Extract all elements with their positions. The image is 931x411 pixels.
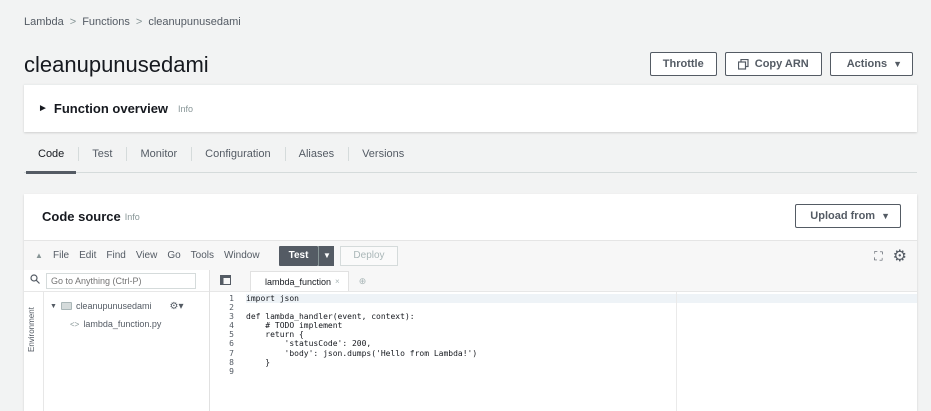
copy-arn-label: Copy ARN [754, 58, 809, 70]
chevron-down-icon[interactable]: ▼ [318, 245, 335, 266]
chevron-down-icon: ▼ [881, 211, 890, 221]
ide-toolbar-right: ⛶ ⚙ [874, 246, 907, 266]
editor-tab-lambda-function[interactable]: lambda_function × [250, 271, 349, 291]
tab-code[interactable]: Code [24, 135, 78, 174]
code-source-heading: Code source Info [42, 209, 140, 224]
breadcrumb: Lambda > Functions > cleanupunusedami [24, 16, 241, 28]
code-editor[interactable]: 1 2 3 4 5 6 7 8 9 import json def lambda… [210, 292, 917, 411]
function-tabs: Code Test Monitor Configuration Aliases … [24, 135, 917, 174]
line-number: 8 [229, 357, 234, 367]
tab-monitor[interactable]: Monitor [126, 135, 191, 173]
menu-view[interactable]: View [131, 250, 163, 261]
breadcrumb-separator: > [135, 16, 143, 28]
editor-tab-label: lambda_function [265, 276, 332, 287]
code-line: def lambda_handler(event, context): [246, 312, 415, 322]
file-browser-pane: Environment ▼ cleanupunusedami ⚙▾ <> lam… [24, 270, 210, 411]
environment-label: Environment [27, 307, 36, 352]
breadcrumb-separator: > [69, 16, 77, 28]
code-line: } [246, 357, 271, 367]
code-lines[interactable]: import json def lambda_handler(event, co… [240, 292, 917, 411]
line-number: 1 [229, 294, 234, 303]
chevron-down-icon: ▼ [893, 59, 902, 69]
line-number: 7 [229, 348, 234, 358]
menu-go[interactable]: Go [162, 250, 185, 261]
tree-file[interactable]: <> lambda_function.py [50, 316, 183, 332]
header-actions: Throttle Copy ARN Actions ▼ [649, 52, 913, 76]
actions-label: Actions [846, 58, 888, 70]
environment-tab[interactable]: Environment [24, 292, 44, 411]
add-tab-icon[interactable]: ⊕ [359, 271, 367, 291]
line-number: 2 [229, 303, 234, 313]
upload-from-label: Upload from [810, 210, 876, 222]
line-number: 6 [229, 339, 234, 349]
fullscreen-icon[interactable]: ⛶ [874, 249, 882, 264]
line-number: 5 [229, 330, 234, 340]
tree-folder[interactable]: ▼ cleanupunusedami ⚙▾ [50, 298, 183, 314]
line-number-gutter: 1 2 3 4 5 6 7 8 9 [210, 292, 240, 411]
info-link[interactable]: Info [178, 104, 193, 114]
code-source-title: Code source [42, 209, 121, 224]
line-number: 4 [229, 321, 234, 331]
code-line: 'body': json.dumps('Hello from Lambda!') [246, 348, 478, 358]
throttle-label: Throttle [662, 58, 704, 70]
caret-right-icon: ► [38, 103, 48, 114]
breadcrumb-current: cleanupunusedami [148, 16, 241, 28]
folder-icon [60, 302, 72, 310]
breadcrumb-lambda[interactable]: Lambda [24, 16, 64, 28]
search-icon [24, 274, 46, 287]
test-button-group: Test ▼ [278, 245, 335, 266]
file-tree: ▼ cleanupunusedami ⚙▾ <> lambda_function… [50, 298, 183, 332]
copy-arn-button[interactable]: Copy ARN [724, 52, 822, 76]
code-line: 'statusCode': 200, [246, 339, 372, 349]
file-search-row [24, 270, 209, 292]
editor-area: lambda_function × ⊕ 1 2 3 4 5 6 7 8 9 im… [210, 270, 917, 411]
copy-icon [737, 58, 749, 70]
upload-from-button[interactable]: Upload from ▼ [795, 204, 901, 228]
gear-icon[interactable]: ⚙▾ [170, 301, 184, 312]
code-source-panel: Code source Info Upload from ▼ ▲ File Ed… [24, 194, 917, 411]
deploy-button[interactable]: Deploy [340, 245, 398, 266]
function-overview-toggle[interactable]: ► Function overview Info [38, 101, 193, 116]
actions-button[interactable]: Actions ▼ [829, 52, 913, 76]
gear-icon[interactable]: ⚙ [893, 246, 907, 266]
tab-configuration[interactable]: Configuration [191, 135, 284, 173]
menu-window[interactable]: Window [219, 250, 265, 261]
breadcrumb-functions[interactable]: Functions [82, 16, 130, 28]
collapse-icon[interactable]: ▲ [30, 251, 48, 260]
menu-find[interactable]: Find [101, 250, 130, 261]
code-line: return { [246, 330, 304, 340]
menu-file[interactable]: File [48, 250, 74, 261]
throttle-button[interactable]: Throttle [649, 52, 717, 76]
tab-test[interactable]: Test [78, 135, 126, 173]
chevron-down-icon: ▼ [50, 302, 57, 310]
ide-body: Environment ▼ cleanupunusedami ⚙▾ <> lam… [24, 270, 917, 411]
test-button[interactable]: Test [278, 245, 319, 266]
print-margin [676, 292, 677, 411]
code-file-icon: <> [70, 319, 80, 329]
code-line: import json [246, 294, 917, 304]
folder-name: cleanupunusedami [75, 301, 152, 311]
editor-tab-bar: lambda_function × ⊕ [210, 270, 917, 292]
menu-tools[interactable]: Tools [186, 250, 219, 261]
function-overview-title: Function overview [53, 101, 169, 116]
tab-menu-icon[interactable] [210, 269, 240, 291]
close-icon[interactable]: × [335, 277, 340, 286]
go-to-anything-input[interactable] [46, 272, 196, 289]
file-name: lambda_function.py [83, 319, 162, 329]
code-line: # TODO implement [246, 321, 343, 331]
function-overview-panel: ► Function overview Info [24, 84, 917, 132]
menu-edit[interactable]: Edit [74, 250, 101, 261]
tab-versions[interactable]: Versions [348, 135, 418, 173]
tab-aliases[interactable]: Aliases [284, 135, 348, 173]
page-title: cleanupunusedami [24, 52, 209, 77]
info-link[interactable]: Info [125, 212, 140, 222]
line-number: 3 [229, 312, 234, 322]
ide-toolbar: ▲ File Edit Find View Go Tools Window Te… [24, 240, 917, 270]
line-number: 9 [229, 366, 234, 376]
